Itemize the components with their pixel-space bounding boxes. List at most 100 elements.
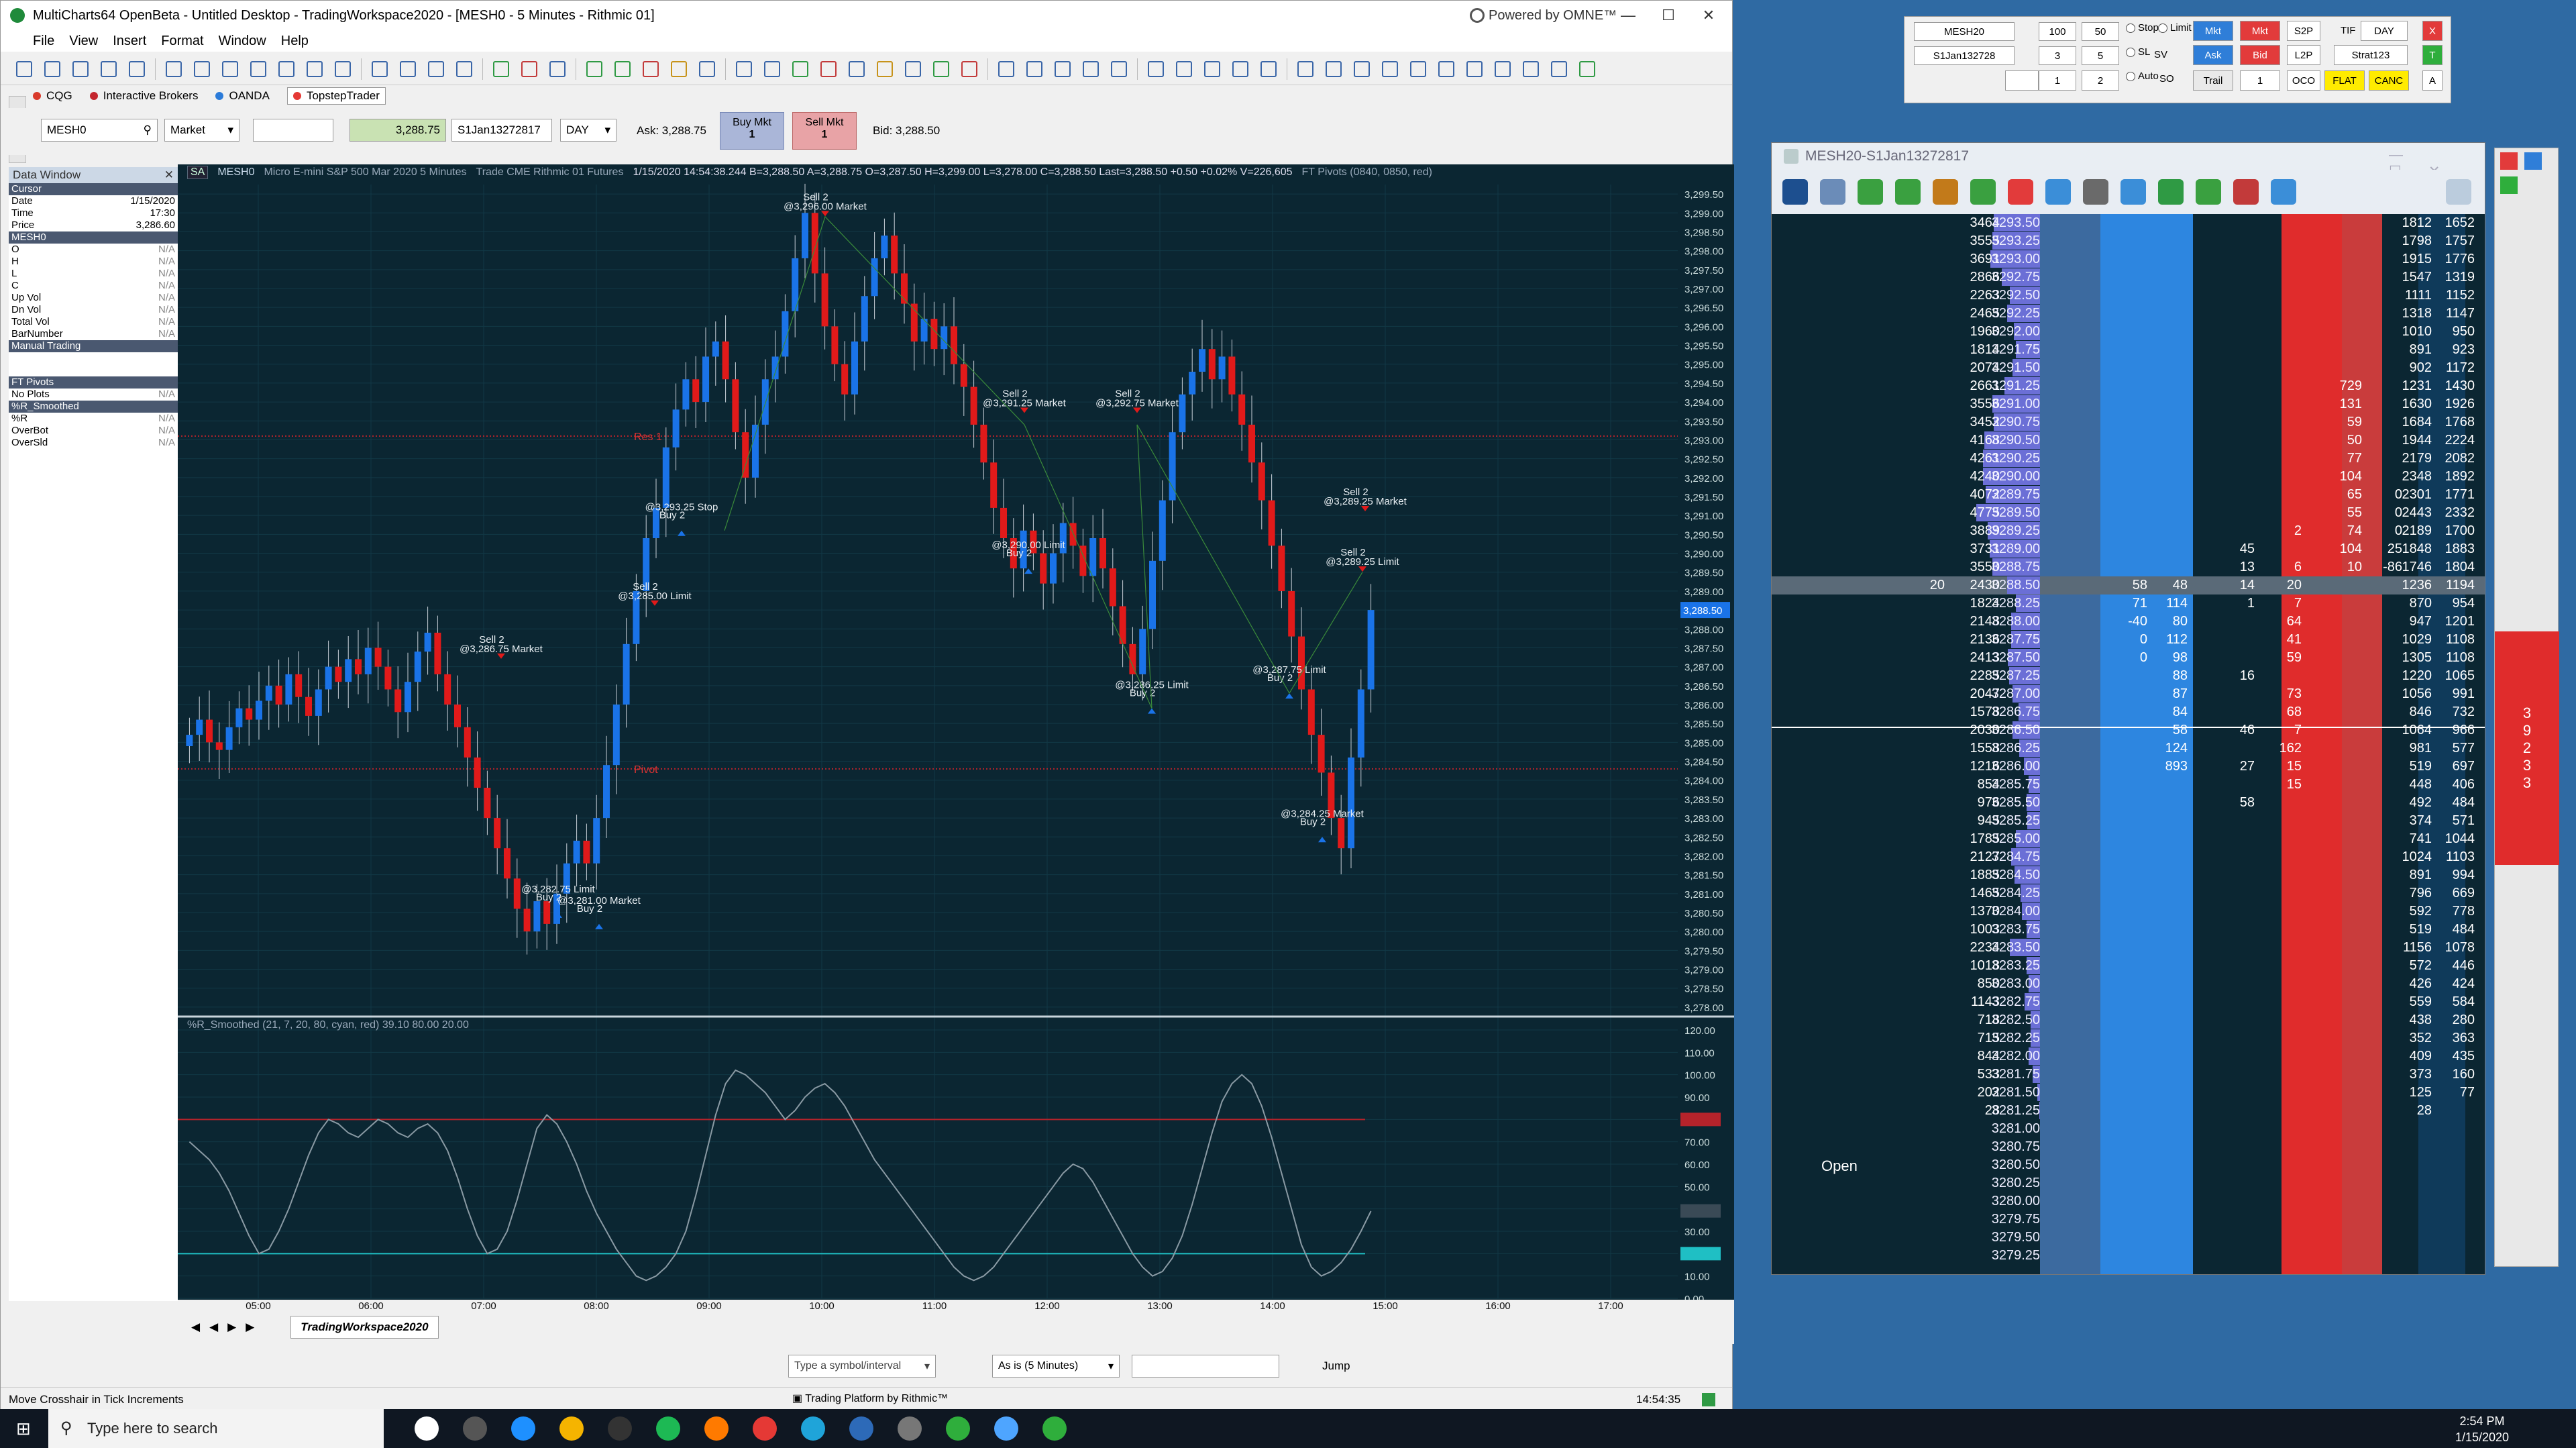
toolbar-tool-icon-27[interactable] bbox=[696, 58, 718, 81]
toolbar-tool-icon-39[interactable] bbox=[995, 58, 1018, 81]
sell-market-button[interactable]: Mkt bbox=[2240, 21, 2280, 41]
ladder-row[interactable]: 1216 3286.00 893 27 15 519 697 bbox=[1772, 758, 2485, 776]
buy-market-button[interactable]: Mkt bbox=[2193, 21, 2233, 41]
ladder-row[interactable]: 2127 3284.75 1024 1103 bbox=[1772, 848, 2485, 866]
limit-radio[interactable]: Limit bbox=[2158, 22, 2192, 34]
ladder-row[interactable]: 3280.25 bbox=[1772, 1174, 2485, 1192]
taskbar-app-icon-8[interactable] bbox=[801, 1416, 825, 1441]
ladder-row[interactable]: 2148 3288.00 -40 80 64 947 1201 bbox=[1772, 613, 2485, 631]
tab-workspace[interactable]: TradingWorkspace2020 bbox=[290, 1316, 439, 1339]
ladder-row[interactable]: 1814 3291.75 891 923 bbox=[1772, 341, 2485, 359]
close-all-button[interactable]: X bbox=[2422, 21, 2443, 41]
ladder-row[interactable]: 1960 3292.00 1010 950 bbox=[1772, 323, 2485, 341]
ladder-row[interactable]: 2136 3287.75 0 112 41 1029 1108 bbox=[1772, 631, 2485, 649]
taskbar-app-icon-0[interactable] bbox=[415, 1416, 439, 1441]
toolbar-tool-icon-30[interactable] bbox=[761, 58, 784, 81]
ladder-row[interactable]: 3889 3289.25 2 74 0 2189 1700 bbox=[1772, 522, 2485, 540]
toolbar-tool-icon-60[interactable] bbox=[1548, 58, 1570, 81]
dom-tool-icon-7[interactable] bbox=[2045, 179, 2071, 205]
dom-tool-icon-3[interactable] bbox=[1895, 179, 1921, 205]
menu-format[interactable]: Format bbox=[154, 34, 211, 49]
taskbar-app-icon-5[interactable] bbox=[656, 1416, 680, 1441]
toolbar-tool-icon-35[interactable] bbox=[902, 58, 924, 81]
toolbar-tool-icon-4[interactable] bbox=[125, 58, 148, 81]
ladder-row[interactable]: 850 3283.00 426 424 bbox=[1772, 975, 2485, 993]
sell-market-button[interactable]: Sell Mkt 1 bbox=[792, 112, 857, 150]
cancel-all-button[interactable]: CANC bbox=[2369, 70, 2409, 91]
toolbar-tool-icon-20[interactable] bbox=[518, 58, 541, 81]
account-select[interactable]: S1Jan132728 bbox=[1914, 46, 2015, 65]
ladder-row[interactable]: 844 3282.00 409 435 bbox=[1772, 1047, 2485, 1066]
taskbar-app-icon-1[interactable] bbox=[463, 1416, 487, 1441]
ladder-row[interactable]: 1885 3284.50 891 994 bbox=[1772, 866, 2485, 884]
taskbar-app-icon-7[interactable] bbox=[753, 1416, 777, 1441]
taskbar-clock[interactable]: 2:54 PM 1/15/2020 bbox=[2442, 1409, 2522, 1448]
ladder-row[interactable]: 3280.75 bbox=[1772, 1138, 2485, 1156]
toolbar-tool-icon-11[interactable] bbox=[303, 58, 326, 81]
ladder-row[interactable]: 2661 3291.25 729 1231 1430 bbox=[1772, 377, 2485, 395]
toolbar-tool-icon-7[interactable] bbox=[191, 58, 213, 81]
dom-tool-icon-0[interactable] bbox=[1782, 179, 1808, 205]
ladder-row[interactable]: 3281.00 bbox=[1772, 1120, 2485, 1138]
toolbar-tool-icon-58[interactable] bbox=[1491, 58, 1514, 81]
sidebar-t-icon[interactable] bbox=[2500, 176, 2518, 194]
taskbar-app-icon-9[interactable] bbox=[849, 1416, 873, 1441]
ladder-row[interactable]: 3279.25 bbox=[1772, 1247, 2485, 1265]
qty-5-button[interactable]: 5 bbox=[2082, 46, 2119, 65]
dom-tool-icon-2[interactable] bbox=[1858, 179, 1883, 205]
menu-window[interactable]: Window bbox=[211, 34, 274, 49]
dom-tool-icon-9[interactable] bbox=[2121, 179, 2146, 205]
broker-ib[interactable]: Interactive Brokers bbox=[89, 89, 198, 103]
toolbar-tool-icon-48[interactable] bbox=[1229, 58, 1252, 81]
price-input[interactable]: 3,288.75 bbox=[350, 119, 446, 142]
buy-market-button[interactable]: Buy Mkt 1 bbox=[720, 112, 784, 150]
toolbar-tool-icon-9[interactable] bbox=[247, 58, 270, 81]
ladder-row[interactable]: 3464 3293.50 1812 1652 bbox=[1772, 214, 2485, 232]
broker-topstep[interactable]: TopstepTrader bbox=[286, 87, 386, 105]
toolbar-tool-icon-26[interactable] bbox=[667, 58, 690, 81]
menu-file[interactable]: File bbox=[1, 34, 62, 49]
ladder-row[interactable]: 4168 3290.50 50 1944 2224 bbox=[1772, 431, 2485, 450]
ladder-row[interactable]: 202 3281.50 125 77 bbox=[1772, 1084, 2485, 1102]
ladder-row[interactable]: 1785 3285.00 741 1044 bbox=[1772, 830, 2485, 848]
toolbar-tool-icon-33[interactable] bbox=[845, 58, 868, 81]
windows-start-icon[interactable]: ⊞ bbox=[16, 1418, 31, 1439]
toolbar-tool-icon-61[interactable] bbox=[1576, 58, 1599, 81]
ladder-row[interactable]: 1465 3284.25 796 669 bbox=[1772, 884, 2485, 902]
taskbar-app-icon-13[interactable] bbox=[1042, 1416, 1067, 1441]
toolbar-tool-icon-14[interactable] bbox=[368, 58, 391, 81]
tif-select[interactable]: DAY ▾ bbox=[560, 119, 616, 142]
strategy-select[interactable]: Strat123 bbox=[2334, 45, 2408, 65]
stop-radio[interactable]: Stop bbox=[2126, 22, 2159, 34]
dom-tool-icon-4[interactable] bbox=[1933, 179, 1958, 205]
a-button[interactable]: A bbox=[2422, 70, 2443, 91]
ladder-row[interactable]: 4261 3290.25 77 2179 2082 bbox=[1772, 450, 2485, 468]
trail-button[interactable]: Trail bbox=[2193, 70, 2233, 91]
qty-100-button[interactable]: 100 bbox=[2039, 22, 2076, 41]
ladder-row[interactable]: 533 3281.75 373 160 bbox=[1772, 1066, 2485, 1084]
toolbar-tool-icon-46[interactable] bbox=[1173, 58, 1195, 81]
qty-50-button[interactable]: 50 bbox=[2082, 22, 2119, 41]
l2p-button[interactable]: L2P bbox=[2287, 45, 2320, 65]
ladder-row[interactable]: 2285 3287.25 88 16 1220 1065 bbox=[1772, 667, 2485, 685]
ladder-row[interactable]: 3280.50 bbox=[1772, 1156, 2485, 1174]
toolbar-tool-icon-29[interactable] bbox=[733, 58, 755, 81]
toolbar-tool-icon-42[interactable] bbox=[1079, 58, 1102, 81]
toolbar-tool-icon-25[interactable] bbox=[639, 58, 662, 81]
dom-title-bar[interactable]: MESH20-S1Jan13272817 —☐✕ bbox=[1772, 143, 2485, 179]
ladder-row[interactable]: 1143 3282.75 559 584 bbox=[1772, 993, 2485, 1011]
price-ladder[interactable]: 3464 3293.50 1812 1652 3555 3293.25 1798 1757 36… bbox=[1772, 214, 2485, 1274]
ladder-row[interactable]: 3279.75 bbox=[1772, 1210, 2485, 1229]
qty-1-button[interactable]: 1 bbox=[2039, 70, 2076, 91]
s2p-button[interactable]: S2P bbox=[2287, 21, 2320, 41]
ladder-row[interactable]: 854 3285.75 15 448 406 bbox=[1772, 776, 2485, 794]
dom-tool-icon-12[interactable] bbox=[2233, 179, 2259, 205]
ladder-row[interactable]: 2074 3291.50 902 1172 bbox=[1772, 359, 2485, 377]
ladder-row[interactable]: 1370 3284.00 592 778 bbox=[1772, 902, 2485, 921]
taskbar-app-icon-11[interactable] bbox=[946, 1416, 970, 1441]
ladder-row[interactable]: 2030 3286.50 58 46 7 1064 966 bbox=[1772, 721, 2485, 739]
symbol-input[interactable]: MESH0 ⚲ bbox=[41, 119, 158, 142]
chart-canvas[interactable]: 3,278.00 3,278.50 3,279.00 3,279.50 3,280.00… bbox=[178, 164, 1734, 1310]
flat-button[interactable]: FLAT bbox=[2324, 70, 2365, 91]
dom-settings-icon[interactable] bbox=[2446, 179, 2471, 205]
